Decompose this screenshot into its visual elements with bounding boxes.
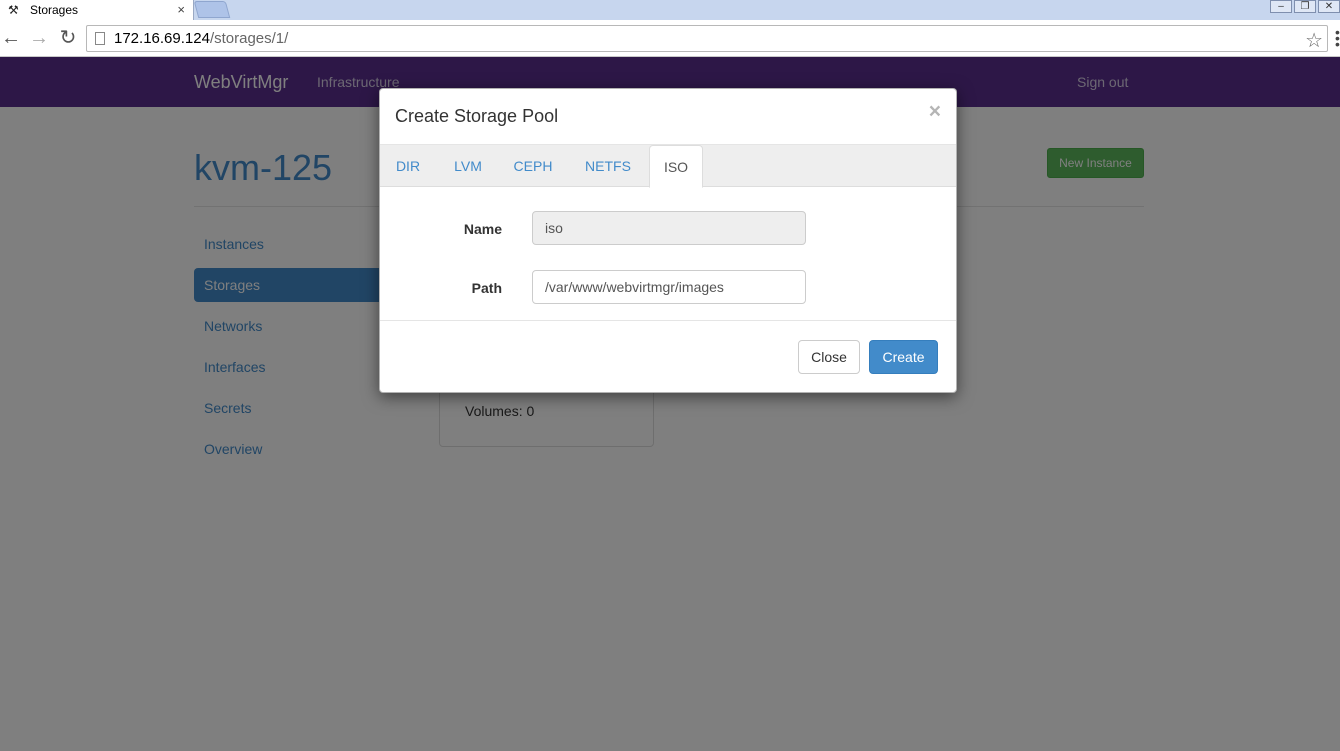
bookmark-star-icon[interactable]: ☆: [1305, 28, 1323, 53]
address-bar[interactable]: 172.16.69.124 /storages/1/ ☆: [86, 25, 1328, 52]
name-label: Name: [463, 221, 502, 237]
modal-close-icon[interactable]: ×: [929, 100, 941, 124]
tab-netfs[interactable]: NETFS: [574, 145, 642, 187]
url-path: /storages/1/: [209, 30, 289, 47]
minimize-icon[interactable]: –: [1270, 0, 1292, 13]
tab-lvm[interactable]: LVM: [442, 145, 494, 187]
window-controls: – ❐ ✕: [1268, 0, 1340, 13]
forward-icon[interactable]: →: [28, 27, 50, 49]
browser-toolbar: ← → ↻ 172.16.69.124 /storages/1/ ☆ • • •: [0, 20, 1340, 57]
modal-footer-divider: [380, 320, 956, 321]
url-host: 172.16.69.124: [114, 30, 210, 47]
create-storage-pool-modal: Create Storage Pool × DIR LVM CEPH NETFS…: [379, 88, 957, 393]
browser-tab[interactable]: ⚒ Storages ×: [0, 0, 194, 20]
tab-dir[interactable]: DIR: [382, 145, 434, 187]
tab-iso[interactable]: ISO: [649, 145, 703, 188]
pool-type-tabs: DIR LVM CEPH NETFS ISO: [380, 144, 956, 188]
browser-tabstrip: ⚒ Storages × – ❐ ✕: [0, 0, 1340, 20]
create-button[interactable]: Create: [869, 340, 938, 374]
restore-icon[interactable]: ❐: [1294, 0, 1316, 13]
window-close-icon[interactable]: ✕: [1318, 0, 1340, 13]
tab-ceph[interactable]: CEPH: [505, 145, 561, 187]
browser-tab-title: Storages: [30, 3, 79, 17]
path-field[interactable]: /var/www/webvirtmgr/images: [532, 270, 806, 304]
name-field[interactable]: iso: [532, 211, 806, 245]
tab-close-icon[interactable]: ×: [177, 2, 185, 17]
webvirtmgr-favicon-icon: ⚒: [8, 3, 19, 17]
modal-title: Create Storage Pool: [395, 106, 559, 126]
back-icon[interactable]: ←: [0, 27, 22, 49]
browser-menu-icon[interactable]: • • •: [1335, 25, 1340, 51]
reload-icon[interactable]: ↻: [57, 27, 79, 49]
page-icon: [95, 32, 105, 45]
new-tab-button[interactable]: [193, 1, 231, 18]
path-label: Path: [471, 280, 502, 296]
close-button[interactable]: Close: [798, 340, 860, 374]
